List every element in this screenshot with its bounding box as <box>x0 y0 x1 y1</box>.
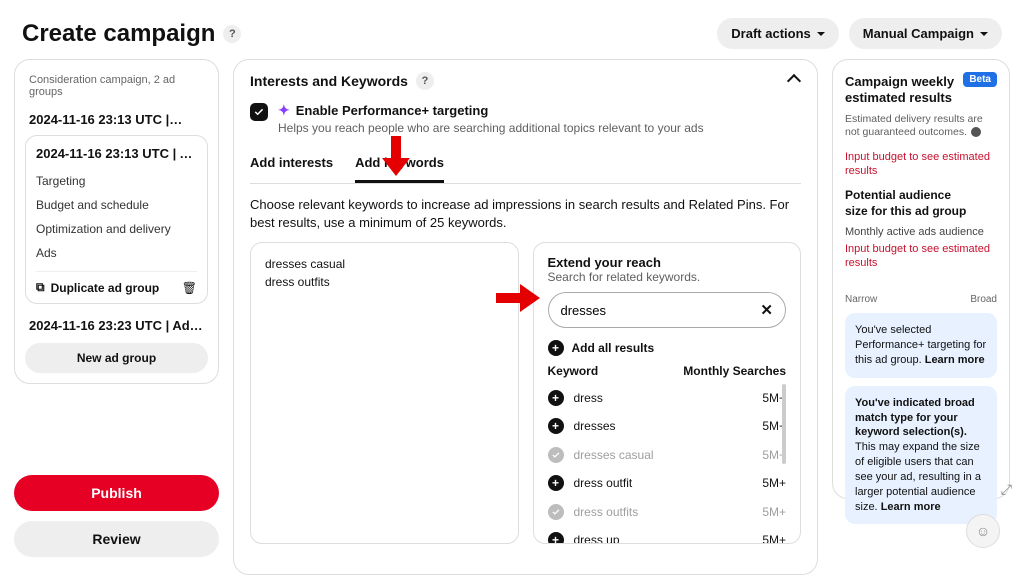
help-icon[interactable]: ? <box>223 25 241 43</box>
help-icon[interactable]: ? <box>416 72 434 90</box>
add-all-results-button[interactable]: + Add all results <box>548 340 787 356</box>
keyword-volume: 5M+ <box>762 419 786 433</box>
keyword-text: dress <box>574 391 603 405</box>
keyword-search-input[interactable] <box>561 303 753 318</box>
expand-icon[interactable]: ⤢ <box>1001 481 1012 498</box>
clear-icon[interactable]: ✕ <box>760 301 773 319</box>
campaign-tree: Consideration campaign, 2 ad groups 2024… <box>14 59 219 384</box>
note-broad-match: You've indicated broad match type for yo… <box>845 386 997 525</box>
extend-sub: Search for related keywords. <box>548 270 787 284</box>
note-performance-plus: You've selected Performance+ targeting f… <box>845 313 997 378</box>
extend-title: Extend your reach <box>548 255 787 270</box>
performance-plus-label: Enable Performance+ targeting <box>296 103 489 118</box>
selected-keywords-panel[interactable]: dresses casual dress outfits <box>250 242 519 544</box>
copy-icon: ⧉ <box>36 280 45 295</box>
keyword-tabs: Add interests Add keywords <box>250 145 801 184</box>
selected-keyword: dress outfits <box>265 273 504 291</box>
performance-plus-checkbox[interactable] <box>250 103 268 121</box>
learn-more-link[interactable]: Learn more <box>881 501 941 513</box>
adgroup-title[interactable]: 2024-11-16 23:13 UTC | Ad… <box>36 146 197 161</box>
keyword-volume: 5M+ <box>762 448 786 462</box>
keywords-description: Choose relevant keywords to increase ad … <box>250 196 801 232</box>
beta-badge: Beta <box>963 72 997 87</box>
keyword-results-list[interactable]: + dress 5M+ + dresses 5M+ dresses casual 5M+ + dr… <box>548 384 787 543</box>
chevron-down-icon <box>980 26 988 41</box>
tab-add-keywords[interactable]: Add keywords <box>355 145 444 183</box>
adgroup-card: 2024-11-16 23:13 UTC | Ad… Targeting Bud… <box>25 135 208 304</box>
keyword-volume: 5M+ <box>762 476 786 490</box>
new-adgroup-button[interactable]: New ad group <box>25 343 208 373</box>
page-title: Create campaign <box>22 20 215 48</box>
tab-add-interests[interactable]: Add interests <box>250 145 333 183</box>
keyword-row[interactable]: dresses casual 5M+ <box>548 440 787 469</box>
audience-warning: Input budget to see estimated results <box>845 242 997 271</box>
adgroup-nav-ads[interactable]: Ads <box>36 241 197 265</box>
add-icon[interactable]: + <box>548 418 564 434</box>
add-icon[interactable]: + <box>548 390 564 406</box>
plus-icon: + <box>548 340 564 356</box>
campaign-subtitle: Consideration campaign, 2 ad groups <box>23 70 210 106</box>
col-searches: Monthly Searches <box>683 364 786 378</box>
keyword-text: dress outfits <box>574 505 639 519</box>
keyword-text: dresses casual <box>574 448 654 462</box>
duplicate-adgroup-button[interactable]: ⧉ Duplicate ad group <box>36 280 159 295</box>
audience-sub: Monthly active ads audience <box>845 226 997 238</box>
audience-slider-labels: Narrow Broad <box>845 294 997 305</box>
section-title: Interests and Keywords <box>250 73 408 89</box>
campaign-node[interactable]: 2024-11-16 23:13 UTC |… <box>23 106 210 135</box>
col-keyword: Keyword <box>548 364 599 378</box>
keyword-row[interactable]: + dress 5M+ <box>548 384 787 412</box>
adgroup-nav-budget[interactable]: Budget and schedule <box>36 193 197 217</box>
audience-title-a: Potential audience <box>845 188 997 204</box>
keyword-row[interactable]: + dress outfit 5M+ <box>548 469 787 497</box>
campaign-mode-dropdown[interactable]: Manual Campaign <box>849 18 1002 49</box>
added-icon <box>548 504 564 520</box>
chevron-down-icon <box>817 26 825 41</box>
add-icon[interactable]: + <box>548 532 564 543</box>
sparkle-icon: ✦ <box>278 102 290 119</box>
adgroup-nav-targeting[interactable]: Targeting <box>36 169 197 193</box>
publish-button[interactable]: Publish <box>14 475 219 511</box>
keyword-row[interactable]: + dress up 5M+ <box>548 526 787 543</box>
keyword-search[interactable]: ✕ <box>548 292 787 328</box>
selected-keyword: dresses casual <box>265 255 504 273</box>
trash-icon[interactable]: 🗑 <box>182 281 197 295</box>
help-chat-icon[interactable]: ☺ <box>966 514 1000 548</box>
estimate-warning: Input budget to see estimated results <box>845 150 997 179</box>
keyword-volume: 5M+ <box>762 505 786 519</box>
info-icon[interactable] <box>971 127 981 137</box>
draft-actions-dropdown[interactable]: Draft actions <box>717 18 838 49</box>
add-icon[interactable]: + <box>548 475 564 491</box>
keyword-text: dress up <box>574 533 620 543</box>
estimate-sub: Estimated delivery results are not guara… <box>845 113 997 140</box>
added-icon <box>548 447 564 463</box>
keyword-row[interactable]: dress outfits 5M+ <box>548 497 787 526</box>
adgroup-nav-optimization[interactable]: Optimization and delivery <box>36 217 197 241</box>
adgroup2-node[interactable]: 2024-11-16 23:23 UTC | Ad… <box>23 312 210 341</box>
keyword-volume: 5M+ <box>762 391 786 405</box>
performance-plus-sub: Helps you reach people who are searching… <box>278 121 704 135</box>
learn-more-link[interactable]: Learn more <box>925 354 985 366</box>
keyword-volume: 5M+ <box>762 533 786 543</box>
keyword-text: dresses <box>574 419 616 433</box>
review-button[interactable]: Review <box>14 521 219 557</box>
estimates-panel: Beta Campaign weekly estimated results E… <box>832 59 1010 499</box>
extend-reach-panel: Extend your reach Search for related key… <box>533 242 802 544</box>
keyword-text: dress outfit <box>574 476 633 490</box>
collapse-icon[interactable] <box>787 74 801 88</box>
audience-title-b: size for this ad group <box>845 204 997 220</box>
keyword-row[interactable]: + dresses 5M+ <box>548 412 787 440</box>
